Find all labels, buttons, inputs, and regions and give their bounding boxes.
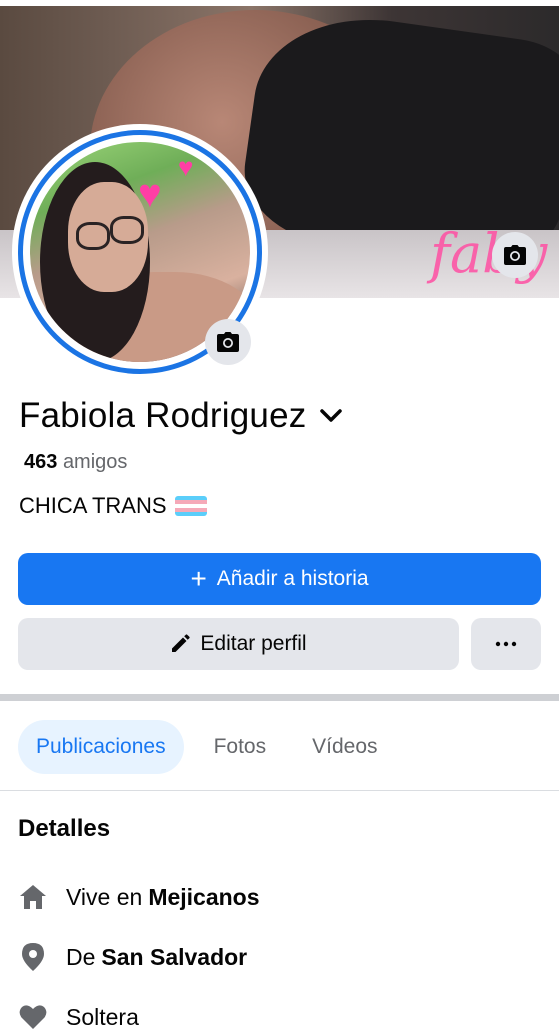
edit-avatar-camera-button[interactable] — [205, 319, 251, 365]
bio-text: CHICA TRANS — [19, 493, 167, 518]
heart-sticker-icon: ♥ — [178, 152, 194, 182]
status-divider — [0, 0, 559, 6]
tab-fotos[interactable]: Fotos — [198, 720, 283, 774]
location-pin-icon — [18, 942, 48, 972]
tab-publicaciones[interactable]: Publicaciones — [18, 720, 184, 774]
plus-icon: + — [190, 563, 207, 594]
chevron-down-icon[interactable] — [318, 403, 344, 429]
edit-profile-label: Editar perfil — [200, 632, 307, 655]
glasses-shape — [76, 222, 110, 250]
more-dots-icon — [495, 641, 517, 647]
detail-lives-in[interactable]: Vive en Mejicanos — [18, 882, 260, 912]
profile-bio: CHICA TRANS — [19, 493, 207, 519]
more-options-button[interactable] — [471, 618, 541, 670]
tabs-divider — [0, 790, 559, 791]
details-heading: Detalles — [18, 815, 111, 842]
friends-count[interactable]: 463 amigos — [24, 451, 127, 474]
edit-cover-camera-button[interactable] — [492, 232, 538, 278]
add-story-button[interactable]: + Añadir a historia — [18, 553, 541, 605]
camera-icon — [504, 245, 526, 265]
detail-prefix: De — [66, 943, 96, 970]
transgender-flag-icon — [174, 496, 207, 516]
camera-icon — [217, 332, 239, 352]
edit-profile-button[interactable]: Editar perfil — [18, 618, 459, 670]
friends-count-value: 463 — [24, 451, 58, 473]
profile-name: Fabiola Rodriguez — [19, 396, 307, 435]
tab-videos[interactable]: Vídeos — [296, 720, 393, 774]
pencil-icon — [172, 634, 191, 652]
profile-name-row[interactable]: Fabiola Rodriguez — [19, 396, 344, 436]
home-icon — [18, 882, 48, 912]
detail-prefix: Soltera — [66, 1003, 139, 1030]
heart-icon — [18, 1002, 48, 1032]
heart-sticker-icon: ♥ — [138, 172, 162, 216]
detail-relationship[interactable]: Soltera — [18, 1002, 139, 1032]
detail-prefix: Vive en — [66, 883, 143, 910]
section-divider — [0, 694, 559, 701]
detail-from[interactable]: De San Salvador — [18, 942, 247, 972]
add-story-label: Añadir a historia — [216, 567, 369, 590]
detail-value: Mejicanos — [148, 883, 260, 910]
detail-value: San Salvador — [101, 943, 248, 970]
friends-count-label: amigos — [62, 451, 128, 473]
glasses-shape — [110, 216, 144, 244]
profile-tabs: Publicaciones Fotos Vídeos — [18, 720, 408, 774]
